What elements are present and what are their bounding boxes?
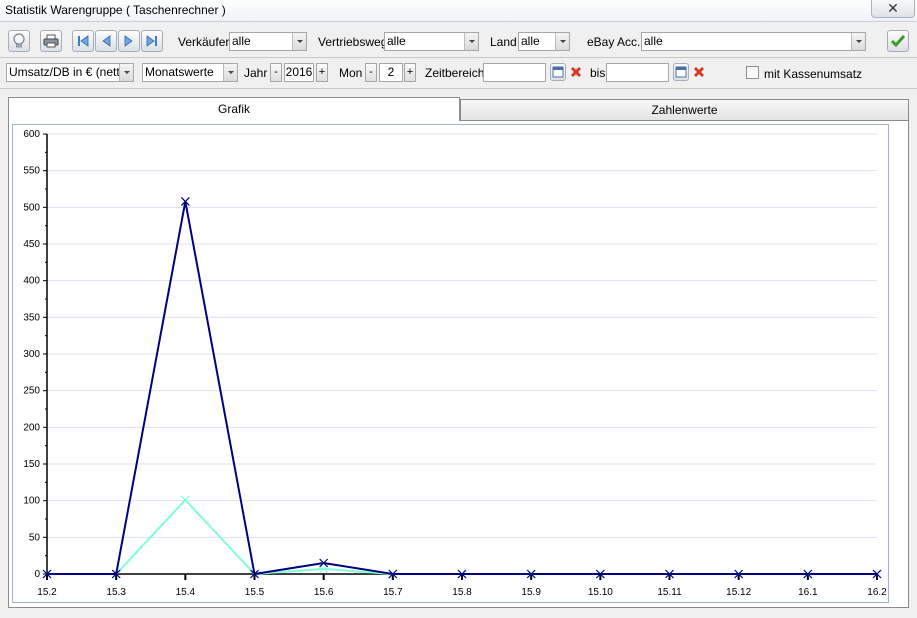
data-point	[180, 495, 190, 505]
x-tick-label: 15.8	[452, 587, 472, 598]
x-tick-label: 15.12	[726, 587, 751, 598]
x-tick-label: 15.3	[106, 587, 126, 598]
y-tick-label: 0	[34, 569, 40, 580]
y-tick-label: 100	[23, 496, 40, 507]
y-tick-label: 200	[23, 422, 40, 433]
x-tick-label: 15.6	[314, 587, 334, 598]
y-tick-label: 50	[29, 532, 41, 543]
x-tick-label: 15.10	[588, 587, 613, 598]
y-tick-label: 550	[23, 166, 40, 177]
y-tick-label: 500	[23, 202, 40, 213]
tab-grafik[interactable]: Grafik	[8, 97, 460, 121]
y-tick-label: 350	[23, 312, 40, 323]
x-tick-label: 15.4	[176, 587, 196, 598]
x-tick-label: 16.1	[798, 587, 818, 598]
x-tick-label: 15.9	[521, 587, 541, 598]
y-tick-label: 250	[23, 386, 40, 397]
y-tick-label: 300	[23, 349, 40, 360]
y-tick-label: 150	[23, 459, 40, 470]
y-tick-label: 600	[23, 129, 40, 140]
x-tick-label: 15.5	[245, 587, 265, 598]
x-tick-label: 15.7	[383, 587, 403, 598]
x-tick-label: 15.11	[657, 587, 682, 598]
tab-label: Grafik	[217, 102, 250, 116]
y-tick-label: 400	[23, 276, 40, 287]
x-tick-label: 15.2	[37, 587, 57, 598]
bottom-edge	[0, 612, 917, 618]
x-tick-label: 16.2	[867, 587, 887, 598]
line-chart: 0 50 100 150 200 250 300 350 400 450 500 550 600 15.2…	[23, 129, 887, 598]
y-tick-label: 450	[23, 239, 40, 250]
series-line-0	[47, 201, 877, 576]
